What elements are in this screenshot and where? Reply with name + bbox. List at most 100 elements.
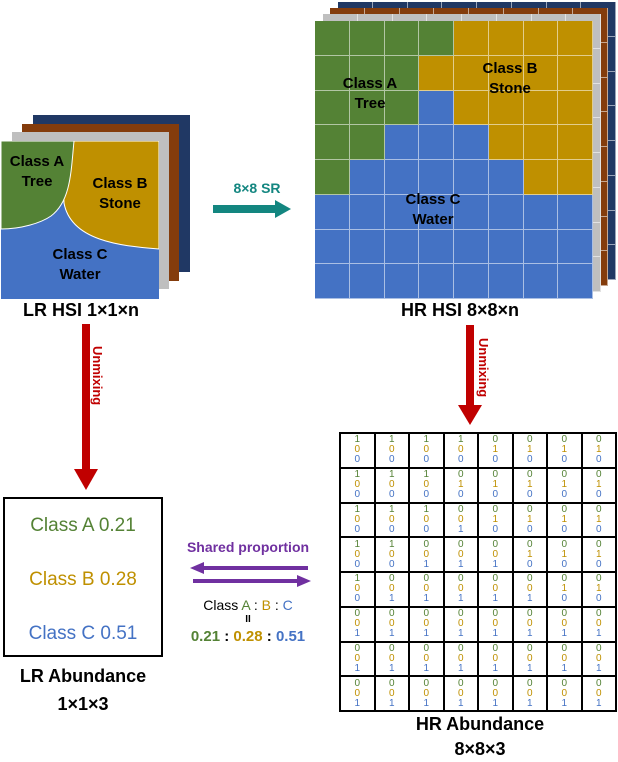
abundance-cell-7-7: 001 [582,677,615,710]
hr-pixel-3-2 [384,125,420,160]
unmixing-left-label: Unmixing [90,346,105,406]
value-ratio-line: 0.21 : 0.28 : 0.51 [190,628,306,645]
abundance-cell-6-3: 001 [444,642,477,676]
hr-label-class-b: Class B Stone [482,60,538,97]
abundance-cell-6-4: 001 [479,642,512,676]
hr-pixel-3-6 [523,125,559,160]
abundance-value-c: 0 [561,558,568,570]
hr-pixel-5-6 [523,194,559,230]
abundance-value-c: 0 [561,523,568,535]
abundance-value-c: 0 [354,454,361,466]
abundance-value-c: 1 [457,558,464,570]
abundance-cell-4-5: 001 [513,573,546,606]
hr-pixel-7-2 [384,264,420,299]
abundance-cell-5-7: 001 [582,607,615,641]
abundance-value-c: 1 [423,628,430,640]
hr-pixel-0-5 [488,21,524,56]
hr-pixel-3-0 [315,125,350,160]
abundance-value-c: 1 [561,697,568,709]
abundance-value-c: 0 [526,558,533,570]
abundance-value-c: 1 [526,697,533,709]
abundance-value-c: 0 [423,523,430,535]
hr-abundance-caption: HR Abundance 8×8×3 [415,714,545,759]
abundance-cell-5-3: 001 [444,607,477,641]
abundance-cell-1-3: 010 [444,468,477,502]
abundance-cell-7-4: 001 [479,677,512,710]
abundance-cell-2-4: 010 [479,503,512,537]
hr-abundance-grid: 1001001001000100100100101001001000100100… [339,432,617,712]
abundance-cell-5-0: 001 [341,607,374,641]
abundance-value-c: 1 [388,593,395,605]
abundance-cell-3-5: 010 [513,538,546,571]
sr-label: 8×8 SR [233,180,281,196]
lr-label-class-a: Class A Tree [9,153,65,190]
shared-left-arrow-icon [190,562,308,574]
hr-label-class-a: Class A Tree [342,75,398,112]
equals-sign: II [245,614,251,625]
unmixing-right-label: Unmixing [476,338,491,398]
abundance-value-c: 0 [526,454,533,466]
abundance-value-c: 1 [492,558,499,570]
lr-label-class-c: Class C Water [52,246,108,283]
abundance-value-c: 0 [595,523,602,535]
abundance-value-c: 0 [595,558,602,570]
abundance-cell-0-0: 100 [341,434,374,467]
hr-pixel-0-2 [384,21,420,56]
abundance-cell-4-3: 001 [444,573,477,606]
abundance-value-c: 1 [561,628,568,640]
abundance-cell-3-6: 010 [548,538,581,571]
abundance-value-c: 1 [595,697,602,709]
abundance-value-c: 1 [423,593,430,605]
abundance-cell-4-1: 001 [375,573,408,606]
hr-pixel-7-1 [349,264,385,299]
hr-pixel-5-5 [488,194,524,230]
abundance-value-c: 1 [457,523,464,535]
abundance-cell-6-0: 001 [341,642,374,676]
abundance-cell-5-4: 001 [479,607,512,641]
hr-hsi-caption: HR HSI 8×8×n [400,300,520,320]
value-b: 0.28 [233,628,263,645]
hr-pixel-3-5 [488,125,524,160]
hr-pixel-4-7 [558,160,593,195]
hr-pixel-7-6 [523,264,559,299]
hr-pixel-7-5 [488,264,524,299]
abundance-value-c: 1 [526,593,533,605]
hr-pixel-3-7 [558,125,593,160]
abundance-cell-0-7: 010 [582,434,615,467]
abundance-value-c: 1 [595,628,602,640]
abundance-value-c: 0 [388,523,395,535]
abundance-cell-3-1: 100 [375,538,408,571]
abundance-cell-1-2: 100 [410,468,443,502]
abundance-value-c: 1 [457,697,464,709]
abundance-cell-7-1: 001 [375,677,408,710]
abundance-cell-4-4: 001 [479,573,512,606]
hr-pixel-2-3 [419,90,454,126]
abundance-cell-2-1: 100 [375,503,408,537]
abundance-value-c: 1 [423,697,430,709]
abundance-cell-3-3: 001 [444,538,477,571]
abundance-cell-1-4: 010 [479,468,512,502]
abundance-value-c: 0 [595,593,602,605]
hr-pixel-6-3 [419,229,454,265]
lr-abundance-class-a: Class A 0.21 [30,515,136,536]
abundance-value-c: 1 [457,593,464,605]
ratio-a: A [241,597,250,613]
abundance-cell-7-6: 001 [548,677,581,710]
hr-label-class-c: Class C Water [405,191,461,228]
shared-right-arrow-icon [193,575,311,587]
lr-abundance-class-c: Class C 0.51 [28,623,138,644]
abundance-cell-5-2: 001 [410,607,443,641]
abundance-value-c: 1 [492,628,499,640]
abundance-value-c: 1 [595,662,602,674]
hr-pixel-5-7 [558,194,593,230]
abundance-cell-3-2: 001 [410,538,443,571]
hr-pixel-4-0 [315,160,350,195]
abundance-cell-2-0: 100 [341,503,374,537]
abundance-value-c: 0 [354,523,361,535]
abundance-cell-6-5: 001 [513,642,546,676]
abundance-value-c: 1 [388,628,395,640]
hr-pixel-4-5 [488,160,524,195]
abundance-cell-2-2: 100 [410,503,443,537]
abundance-value-c: 0 [492,489,499,501]
abundance-cell-1-0: 100 [341,468,374,502]
